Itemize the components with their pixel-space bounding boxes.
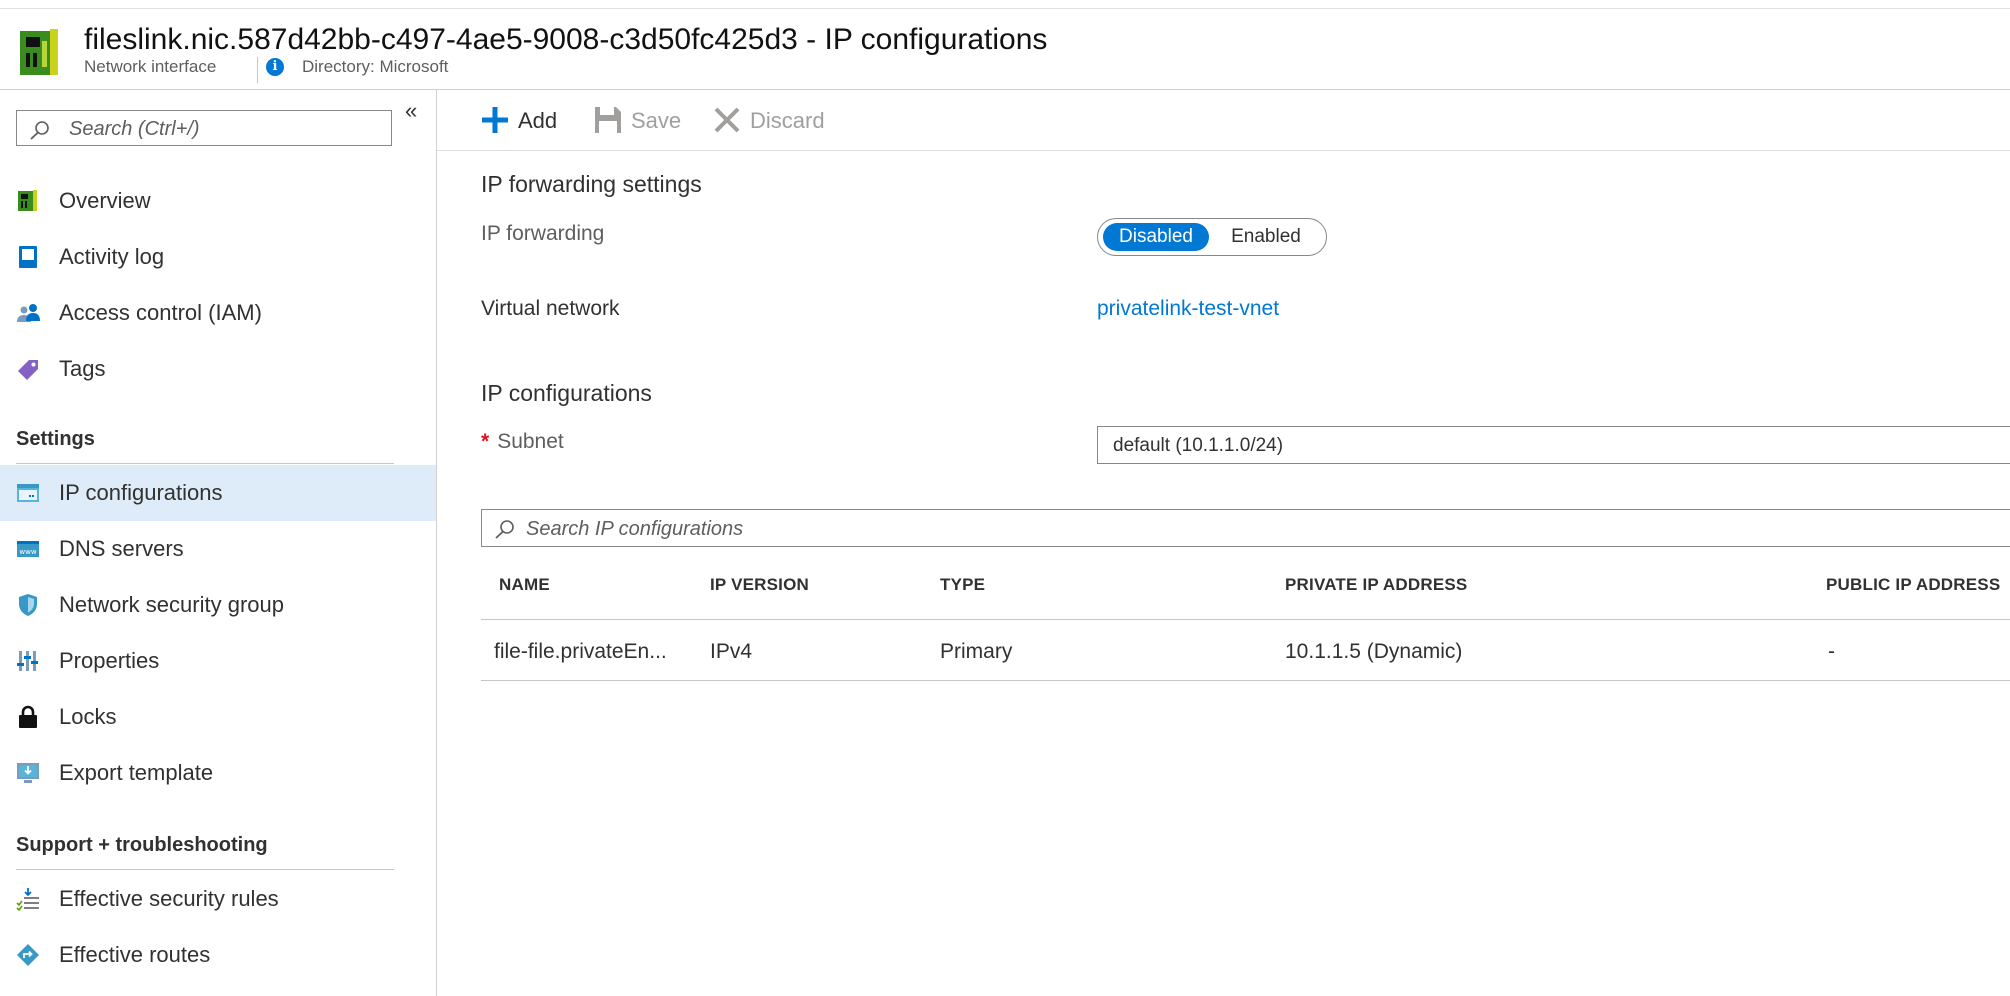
- cell-type: Primary: [940, 640, 1013, 663]
- export-template-icon: [17, 763, 39, 783]
- subnet-label: * Subnet: [481, 430, 564, 454]
- column-header-public-ip[interactable]: PUBLIC IP ADDRESS: [1826, 575, 2000, 595]
- column-header-private-ip[interactable]: PRIVATE IP ADDRESS: [1285, 575, 1467, 595]
- sidebar-item-label: Export template: [59, 760, 214, 785]
- cell-public-ip: -: [1828, 640, 1835, 663]
- network-interface-icon: [18, 190, 37, 211]
- ip-configurations-heading: IP configurations: [481, 380, 652, 406]
- tag-icon: [18, 360, 38, 380]
- sidebar-item-label: IP configurations: [59, 480, 223, 505]
- sidebar-item-label: Properties: [59, 648, 160, 673]
- properties-icon: [17, 651, 38, 671]
- sidebar-item-properties[interactable]: Properties: [0, 633, 436, 689]
- toggle-option-enabled[interactable]: Enabled: [1216, 223, 1316, 251]
- sidebar-item-label: Network security group: [59, 592, 284, 617]
- routes-icon: [17, 944, 39, 966]
- sidebar-item-label: Effective routes: [59, 942, 211, 967]
- virtual-network-link[interactable]: privatelink-test-vnet: [1097, 297, 1279, 321]
- settings-section-header: Settings: [16, 428, 95, 450]
- ip-config-icon: [17, 484, 39, 502]
- column-header-name[interactable]: NAME: [499, 575, 550, 595]
- discard-button-label: Discard: [750, 108, 825, 133]
- network-interface-icon: [20, 29, 58, 75]
- ip-config-search-input[interactable]: [524, 515, 1128, 543]
- sidebar-item-activity-log[interactable]: Activity log: [0, 229, 436, 285]
- sidebar-item-access-control[interactable]: Access control (IAM): [0, 285, 436, 341]
- directory-label: Directory: Microsoft: [302, 57, 449, 76]
- add-button[interactable]: Add: [481, 104, 565, 136]
- table-header-divider: [481, 619, 2010, 620]
- header-divider: [257, 57, 258, 83]
- cell-private-ip: 10.1.1.5 (Dynamic): [1285, 640, 1463, 663]
- support-section-header: Support + troubleshooting: [16, 834, 268, 856]
- lock-icon: [19, 705, 37, 728]
- blade-header: fileslink.nic.587d42bb-c497-4ae5-9008-c3…: [0, 9, 2010, 90]
- sidebar-item-effective-routes[interactable]: Effective routes: [0, 927, 436, 983]
- sidebar-item-label: Effective security rules: [59, 886, 279, 911]
- page-title: fileslink.nic.587d42bb-c497-4ae5-9008-c3…: [84, 23, 1048, 56]
- virtual-network-label: Virtual network: [481, 297, 620, 320]
- resource-type-label: Network interface: [84, 57, 217, 76]
- subnet-dropdown[interactable]: default (10.1.1.0/24): [1097, 426, 2010, 464]
- ip-forwarding-label: IP forwarding: [481, 222, 605, 245]
- save-icon: [595, 107, 621, 133]
- sidebar-item-label: Overview: [59, 188, 151, 213]
- sidebar-item-effective-security-rules[interactable]: Effective security rules: [0, 871, 436, 927]
- ip-config-search-box[interactable]: [481, 509, 2010, 547]
- dns-icon: www: [17, 541, 39, 557]
- sidebar-item-label: Tags: [59, 356, 106, 381]
- sidebar-item-network-security-group[interactable]: Network security group: [0, 577, 436, 633]
- required-marker: *: [481, 430, 490, 453]
- sidebar-item-tags[interactable]: Tags: [0, 341, 436, 397]
- menu-search-input[interactable]: [67, 115, 381, 143]
- sidebar-item-locks[interactable]: Locks: [0, 689, 436, 745]
- command-bar: Add Save Discard: [437, 90, 2010, 151]
- close-icon: [714, 107, 740, 133]
- sidebar-item-label: DNS servers: [59, 536, 184, 561]
- security-rules-icon: [16, 888, 39, 911]
- save-button-label: Save: [631, 108, 682, 133]
- cell-name[interactable]: file-file.privateEn...: [494, 640, 667, 664]
- column-header-type[interactable]: TYPE: [940, 575, 985, 595]
- sidebar-item-overview[interactable]: Overview: [0, 173, 436, 229]
- plus-icon: [482, 107, 508, 133]
- add-button-label: Add: [518, 108, 558, 133]
- column-header-ip-version[interactable]: IP VERSION: [710, 575, 809, 595]
- sidebar-item-dns-servers[interactable]: www DNS servers: [0, 521, 436, 577]
- shield-icon: [19, 594, 37, 616]
- sidebar-item-label: Access control (IAM): [59, 300, 262, 325]
- sidebar-item-export-template[interactable]: Export template: [0, 745, 436, 801]
- svg-text:www: www: [19, 548, 36, 556]
- cell-ip-version: IPv4: [710, 640, 753, 663]
- menu-search-box[interactable]: [16, 110, 392, 146]
- subnet-label-text: Subnet: [497, 430, 564, 453]
- table-row-divider: [481, 680, 2010, 681]
- section-divider: [16, 869, 394, 870]
- section-divider: [16, 463, 394, 464]
- toggle-option-disabled[interactable]: Disabled: [1103, 223, 1209, 251]
- ip-forwarding-settings-heading: IP forwarding settings: [481, 171, 702, 197]
- sidebar-item-label: Activity log: [59, 244, 165, 269]
- info-icon[interactable]: i: [266, 58, 284, 76]
- discard-button[interactable]: Discard: [713, 104, 829, 136]
- sidebar-item-ip-configurations[interactable]: IP configurations: [0, 465, 436, 521]
- resource-menu: « Overview Activity log Access control (…: [0, 90, 437, 996]
- iam-icon: [17, 304, 40, 322]
- ip-forwarding-toggle[interactable]: Disabled Enabled: [1097, 218, 1327, 256]
- activity-log-icon: [19, 246, 37, 268]
- sidebar-item-label: Locks: [59, 704, 117, 729]
- save-button[interactable]: Save: [594, 104, 684, 136]
- subnet-selected-value: default (10.1.1.0/24): [1113, 435, 1284, 456]
- collapse-menu-icon[interactable]: «: [405, 98, 417, 124]
- search-icon: [495, 520, 514, 539]
- search-icon: [30, 121, 49, 140]
